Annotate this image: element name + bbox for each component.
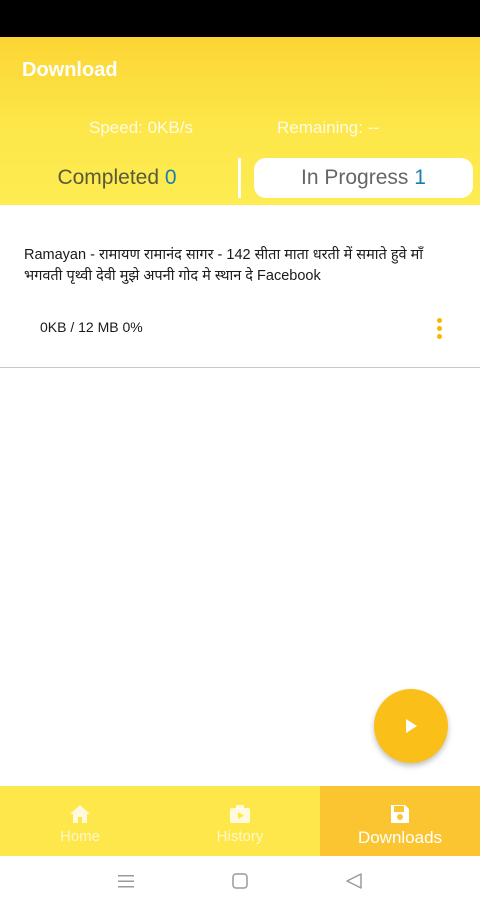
tab-completed-count: 0 [164,166,177,189]
play-button[interactable] [374,689,448,763]
nav-history-label: History [216,828,264,845]
home-icon [70,805,90,823]
tab-in-progress-label: In Progress [301,166,409,189]
remaining-label: Remaining: -- [277,118,380,137]
tab-in-progress[interactable]: In Progress 1 [254,158,473,198]
menu-icon[interactable] [116,872,136,890]
tab-divider [238,158,241,198]
bottom-nav: Home History Downloads [0,786,480,856]
save-icon [391,805,409,823]
tab-completed-label: Completed [57,166,160,189]
nav-home[interactable]: Home [0,786,160,856]
more-options-icon[interactable] [430,315,450,341]
tab-completed[interactable]: Completed 0 [14,158,220,198]
back-icon[interactable] [344,872,364,890]
nav-downloads[interactable]: Downloads [320,786,480,856]
play-icon [406,719,417,733]
download-item[interactable]: Ramayan - रामायण रामानंद सागर - 142 सीता… [0,205,480,368]
nav-home-label: Home [59,828,100,845]
nav-history[interactable]: History [160,786,320,856]
download-title: Ramayan - रामायण रामानंद सागर - 142 सीता… [24,247,424,284]
nav-downloads-label: Downloads [357,828,443,847]
tab-in-progress-count: 1 [414,166,426,189]
status-bar [0,0,480,37]
system-nav-bar [0,856,480,907]
home-square-icon[interactable] [230,872,250,890]
download-progress: 0KB / 12 MB 0% [40,319,143,335]
speed-label: Speed: 0KB/s [89,118,193,137]
history-icon [230,805,250,823]
page-title: Download [22,59,118,81]
header: Download Speed: 0KB/s Remaining: -- Comp… [0,37,480,205]
